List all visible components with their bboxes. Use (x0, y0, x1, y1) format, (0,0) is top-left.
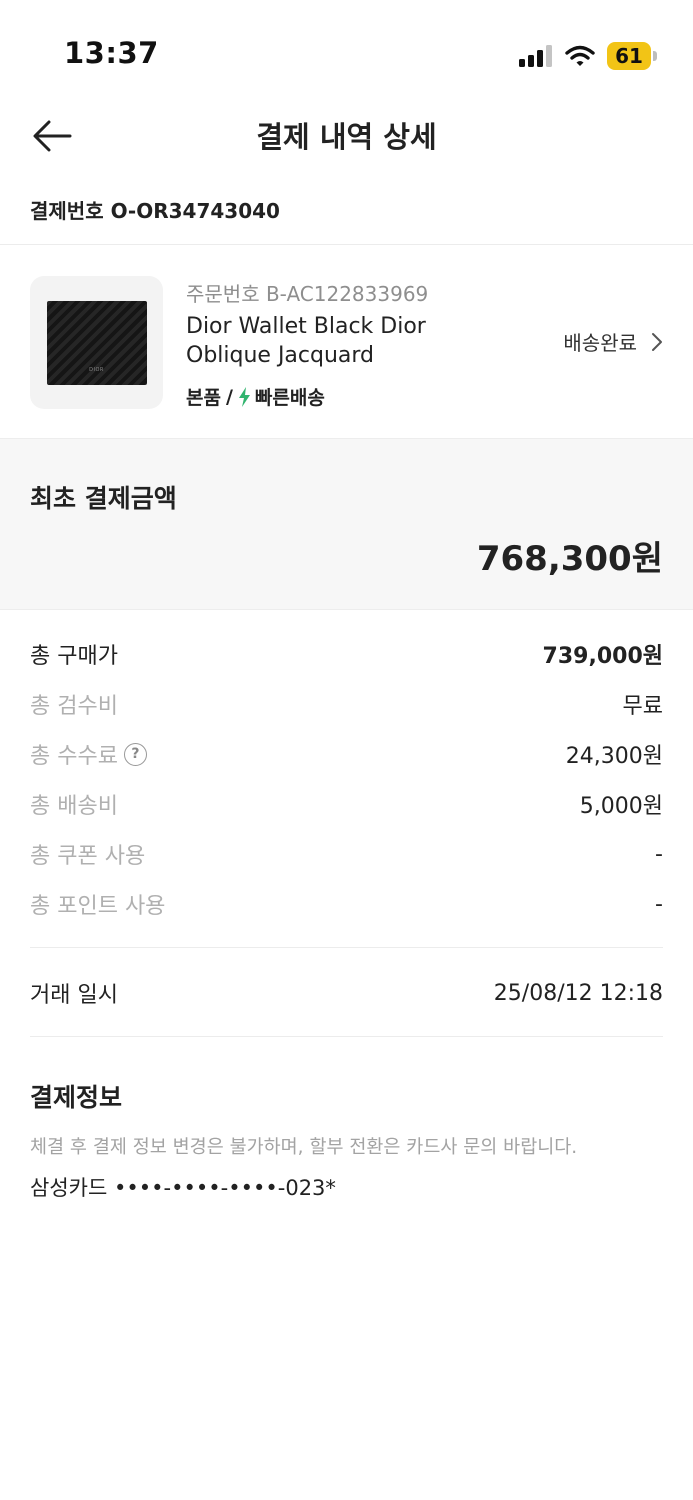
wallet-image: DIOR (46, 300, 147, 385)
transaction-row: 거래 일시 25/08/12 12:18 (30, 975, 663, 1011)
initial-payment-box: 최초 결제금액 768,300원 (0, 438, 693, 610)
tag-fast-delivery: 빠른배송 (254, 387, 325, 409)
product-name: Dior Wallet Black Dior Oblique Jacquard (186, 314, 426, 368)
breakdown-row-shipping: 총 배송비 5,000원 (30, 786, 663, 822)
tag-separator: / (225, 385, 233, 408)
battery-level: 61 (607, 42, 651, 70)
page-title: 결제 내역 상세 (256, 120, 437, 154)
breakdown-value: - (655, 891, 663, 917)
breakdown-value: 무료 (622, 694, 663, 719)
breakdown-label-wrap: 총 수수료 ? (30, 738, 147, 770)
divider (30, 1036, 663, 1037)
wifi-icon (565, 45, 595, 66)
signal-icon (519, 45, 552, 67)
breakdown-value: 5,000원 (579, 794, 663, 819)
status-time: 13:37 (64, 36, 159, 70)
breakdown-row-purchase: 총 구매가 739,000원 (30, 636, 663, 672)
breakdown-label: 총 배송비 (30, 794, 118, 819)
initial-payment-amount: 768,300원 (476, 539, 663, 579)
delivery-status-link[interactable]: 배송완료 (563, 327, 663, 356)
battery-icon: 61 (607, 42, 657, 70)
breakdown-label: 총 포인트 사용 (30, 894, 166, 919)
product-tags: 본품 / 빠른배송 (186, 383, 325, 410)
breakdown-row-points: 총 포인트 사용 - (30, 886, 663, 922)
product-card[interactable]: DIOR 주문번호 B-AC122833969 Dior Wallet Blac… (0, 245, 693, 438)
breakdown-label: 총 구매가 (30, 644, 118, 669)
help-icon[interactable]: ? (123, 742, 147, 766)
status-bar: 13:37 61 (0, 0, 693, 100)
product-thumbnail: DIOR (30, 276, 163, 409)
divider (30, 947, 663, 948)
breakdown-row-inspection: 총 검수비 무료 (30, 686, 663, 722)
breakdown-label: 총 검수비 (30, 694, 118, 719)
chevron-right-icon (652, 332, 662, 351)
tag-original: 본품 (186, 387, 221, 409)
lightning-icon (238, 386, 250, 407)
transaction-value: 25/08/12 12:18 (493, 980, 663, 1006)
initial-payment-label: 최초 결제금액 (30, 484, 177, 513)
breakdown-value: 24,300원 (565, 744, 663, 769)
breakdown-label: 총 쿠폰 사용 (30, 844, 146, 869)
payment-info-title: 결제정보 (30, 1083, 123, 1112)
delivery-status: 배송완료 (563, 331, 637, 355)
battery-cap (653, 51, 657, 61)
breakdown-value: - (655, 841, 663, 867)
breakdown-row-coupon: 총 쿠폰 사용 - (30, 836, 663, 872)
payment-info-notice: 체결 후 결제 정보 변경은 불가하며, 할부 전환은 카드사 문의 바랍니다. (30, 1137, 578, 1158)
nav-bar: 결제 내역 상세 (0, 100, 693, 170)
status-icons: 61 (519, 40, 657, 72)
transaction-label: 거래 일시 (30, 983, 118, 1008)
breakdown-value: 739,000원 (542, 644, 663, 669)
breakdown-row-fee: 총 수수료 ? 24,300원 (30, 736, 663, 772)
breakdown-label: 총 수수료 (30, 744, 118, 769)
brand-logo: DIOR (89, 366, 104, 373)
payment-number: 결제번호 O-OR34743040 (30, 199, 280, 223)
order-number: 주문번호 B-AC122833969 (186, 282, 429, 306)
card-info: 삼성카드 ••••-••••-••••-023* (30, 1176, 336, 1200)
